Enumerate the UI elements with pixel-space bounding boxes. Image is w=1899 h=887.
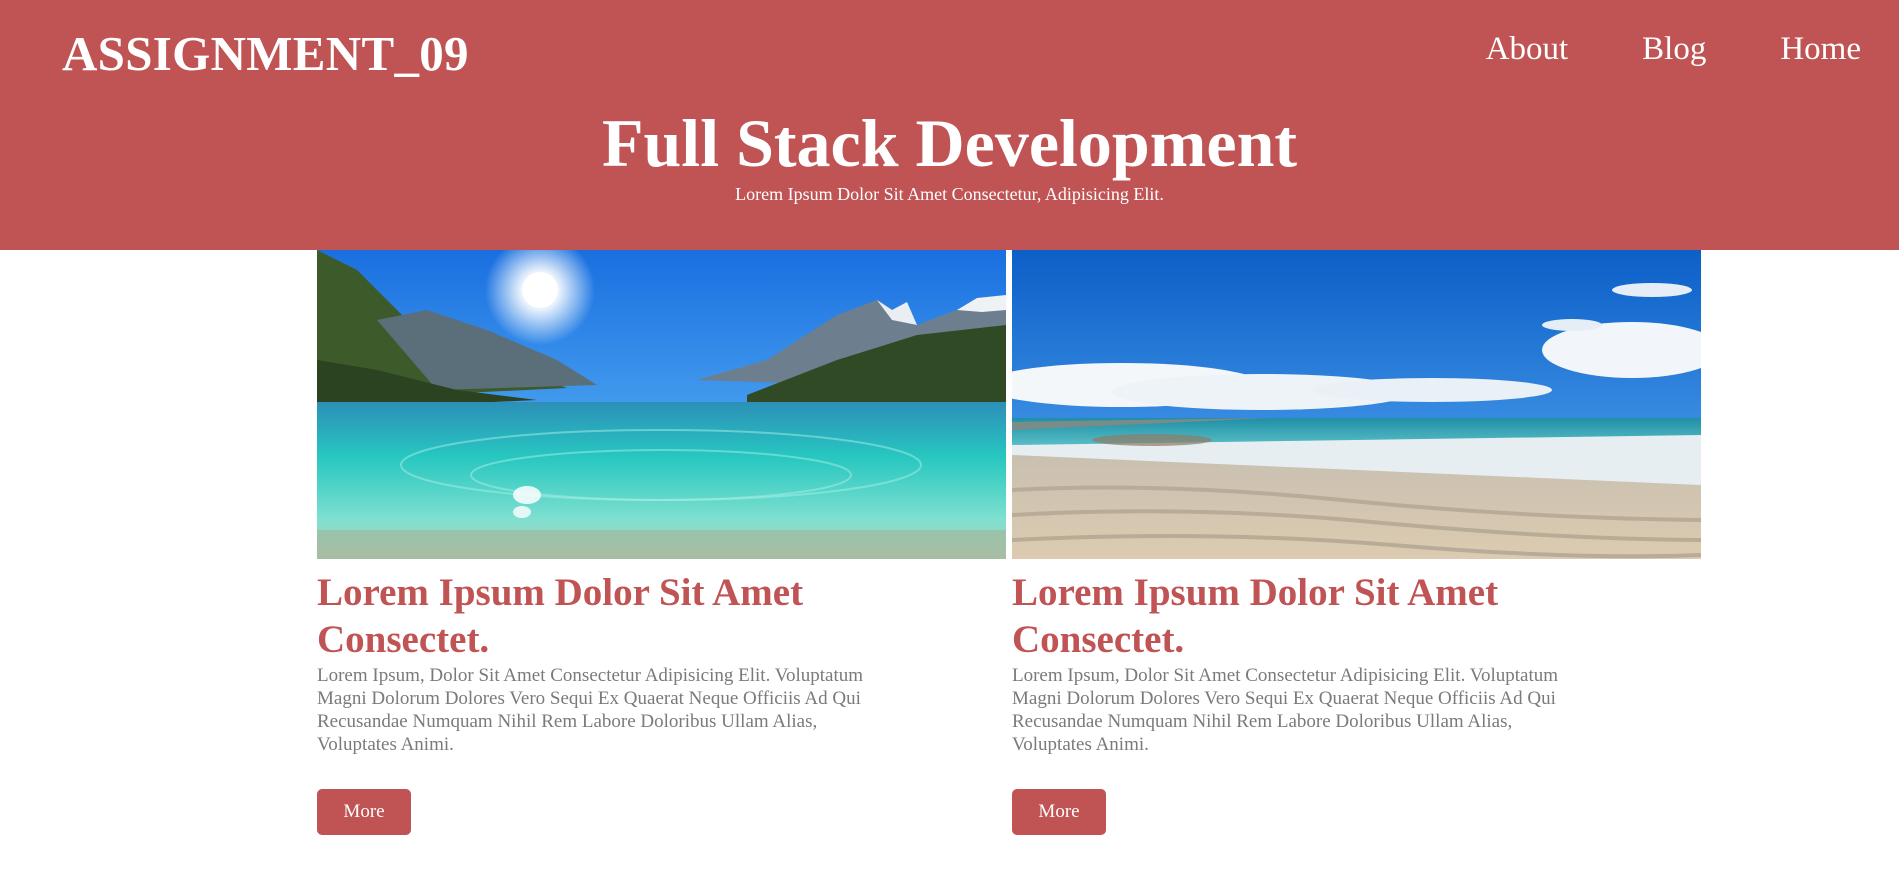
card-beach: Lorem Ipsum Dolor Sit Amet Consectet. Lo… bbox=[1012, 250, 1701, 835]
more-button[interactable]: More bbox=[317, 789, 411, 835]
hero-subtitle: Lorem Ipsum Dolor Sit Amet Consectetur, … bbox=[735, 184, 1164, 204]
card-title: Lorem Ipsum Dolor Sit Amet Consectet. bbox=[1012, 571, 1499, 661]
card-text: Lorem Ipsum, Dolor Sit Amet Consectetur … bbox=[317, 665, 864, 755]
card-text: Lorem Ipsum, Dolor Sit Amet Consectetur … bbox=[1012, 665, 1559, 755]
more-button[interactable]: More bbox=[1012, 789, 1106, 835]
card-title: Lorem Ipsum Dolor Sit Amet Consectet. bbox=[317, 571, 804, 661]
nav-link-blog[interactable]: Blog bbox=[1642, 26, 1706, 72]
site-header: ASSIGNMENT_09 About Blog Home Full Stack… bbox=[0, 0, 1899, 250]
main-nav: About Blog Home bbox=[1412, 26, 1861, 72]
lake-mountains-image bbox=[317, 250, 1006, 559]
hero-title: Full Stack Development bbox=[601, 105, 1298, 181]
card-lake: Lorem Ipsum Dolor Sit Amet Consectet. Lo… bbox=[317, 250, 1006, 835]
card-grid: Lorem Ipsum Dolor Sit Amet Consectet. Lo… bbox=[317, 250, 1701, 850]
beach-image bbox=[1012, 250, 1701, 559]
nav-link-home[interactable]: Home bbox=[1780, 26, 1861, 72]
site-brand[interactable]: ASSIGNMENT_09 bbox=[62, 22, 469, 86]
nav-link-about[interactable]: About bbox=[1486, 26, 1569, 72]
